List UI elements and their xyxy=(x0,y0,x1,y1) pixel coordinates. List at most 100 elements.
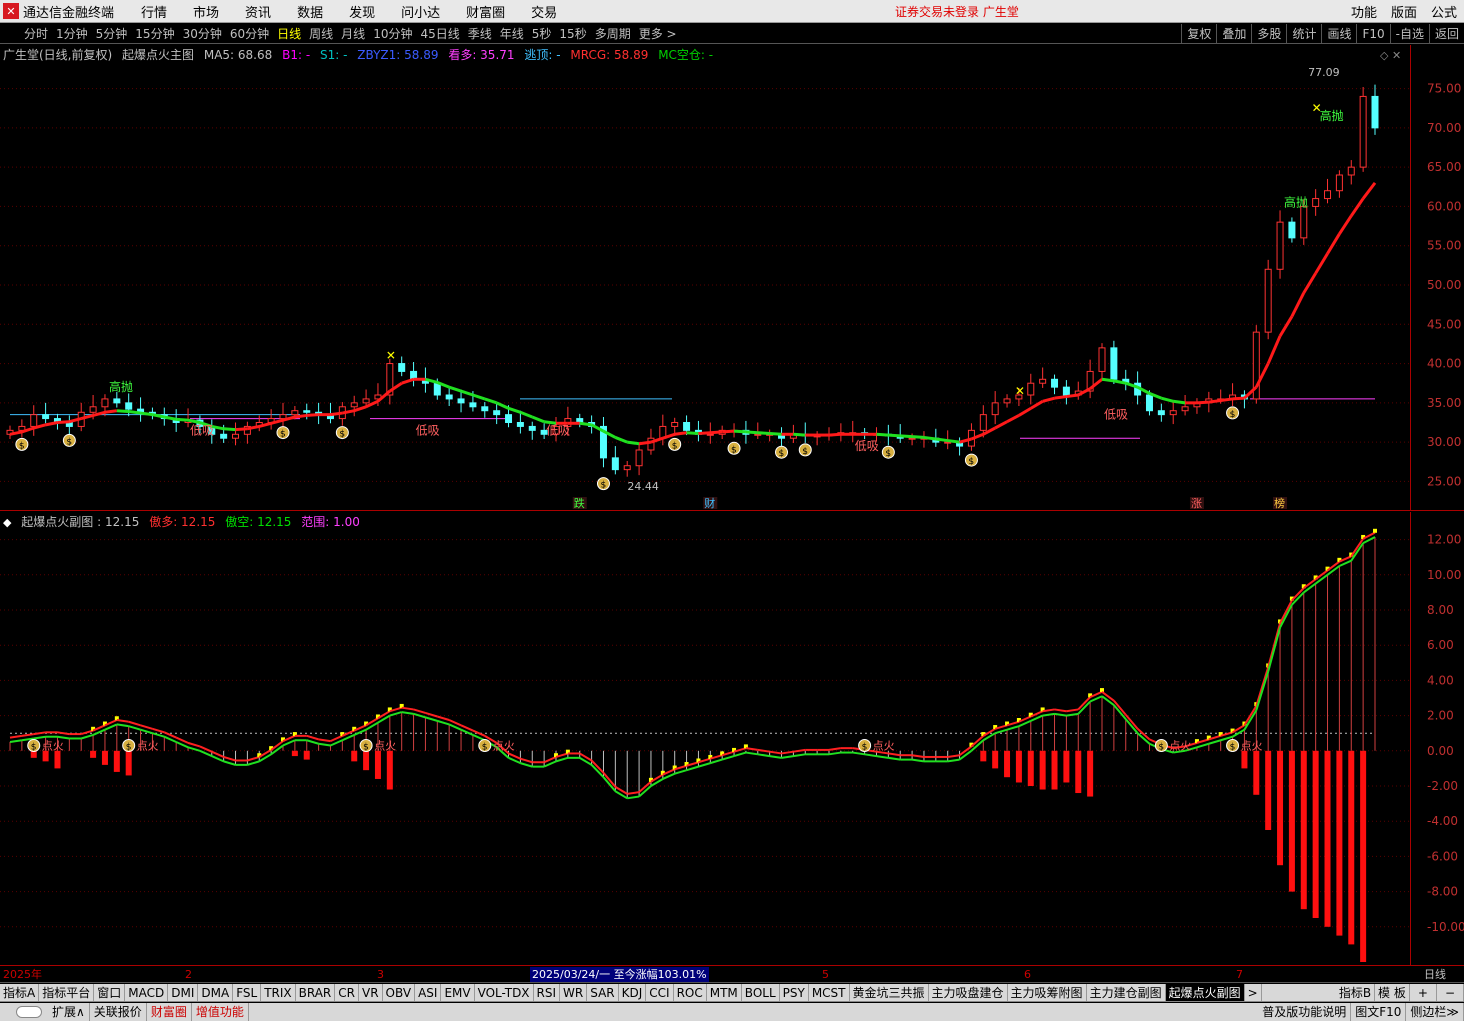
aoduo-line-segment xyxy=(1267,622,1282,668)
period-quarterly[interactable]: 季线 xyxy=(464,25,496,42)
menu-item-caifuquan[interactable]: 财富圈 xyxy=(453,2,518,21)
tab-indicator-1[interactable]: 指标平台 xyxy=(39,984,95,1001)
hist-bar xyxy=(1348,750,1355,945)
tab-indicator-28[interactable]: 主力建仓副图 xyxy=(1087,984,1166,1001)
money-bag-label: $ xyxy=(600,481,606,491)
f10-text-button[interactable]: 图文F10 xyxy=(1351,1003,1407,1021)
period-45day[interactable]: 45日线 xyxy=(416,25,463,42)
aokong-line-segment xyxy=(947,758,960,763)
caifuquan-button[interactable]: 财富圈 xyxy=(147,1003,192,1021)
add-tab-button[interactable]: + xyxy=(1410,984,1437,1001)
sub-axis-label: 6.00 xyxy=(1427,638,1454,652)
aokong-line-segment xyxy=(1196,742,1210,749)
value-added-button[interactable]: 增值功能 xyxy=(192,1003,249,1021)
period-1min[interactable]: 1分钟 xyxy=(52,25,92,42)
fuquan-button[interactable]: 复权 xyxy=(1181,24,1216,43)
aokong-line-segment xyxy=(888,756,901,761)
period-15min[interactable]: 15分钟 xyxy=(131,25,178,42)
zixuan-button[interactable]: -自选 xyxy=(1389,24,1429,43)
ma-line-segment xyxy=(888,433,901,438)
date-year: 2025年 xyxy=(3,968,42,981)
candle-body xyxy=(1288,221,1296,239)
tab-indicator-10[interactable]: VR xyxy=(359,984,383,1001)
menu-item-banmian[interactable]: 版面 xyxy=(1384,2,1424,21)
menu-item-wenxiaoda[interactable]: 问小达 xyxy=(388,2,453,21)
candle-body xyxy=(279,414,287,420)
menu-item-gongneng[interactable]: 功能 xyxy=(1344,2,1384,21)
remove-tab-button[interactable]: − xyxy=(1437,984,1464,1001)
tab-indicator-20[interactable]: ROC xyxy=(674,984,707,1001)
tab-indicator-b[interactable]: 指标B xyxy=(1336,984,1376,1001)
tab-indicator-27[interactable]: 主力吸筹附图 xyxy=(1008,984,1087,1001)
menu-item-shichang[interactable]: 市场 xyxy=(180,2,232,21)
expand-button[interactable]: 扩展∧ xyxy=(48,1003,90,1021)
tongji-button[interactable]: 统计 xyxy=(1286,24,1321,43)
tab-template[interactable]: 模 板 xyxy=(1375,984,1410,1001)
tab-indicator-14[interactable]: VOL-TDX xyxy=(475,984,534,1001)
period-yearly[interactable]: 年线 xyxy=(496,25,528,42)
period-5min[interactable]: 5分钟 xyxy=(92,25,132,42)
tab-indicator-3[interactable]: MACD xyxy=(125,984,169,1001)
tab-indicator-9[interactable]: CR xyxy=(335,984,359,1001)
tab-indicator-17[interactable]: SAR xyxy=(587,984,619,1001)
tab-indicator-21[interactable]: MTM xyxy=(707,984,742,1001)
duogu-button[interactable]: 多股 xyxy=(1251,24,1286,43)
edition-help-button[interactable]: 普及版功能说明 xyxy=(1258,1003,1352,1021)
tab-indicator-13[interactable]: EMV xyxy=(441,984,475,1001)
diejia-button[interactable]: 叠加 xyxy=(1216,24,1251,43)
period-5sec[interactable]: 5秒 xyxy=(528,25,556,42)
period-10min[interactable]: 10分钟 xyxy=(369,25,416,42)
huaxian-button[interactable]: 画线 xyxy=(1321,24,1356,43)
tab-indicator-24[interactable]: MCST xyxy=(809,984,850,1001)
sidebar-button[interactable]: 侧边栏≫ xyxy=(1406,1003,1464,1021)
period-weekly[interactable]: 周线 xyxy=(305,25,337,42)
period-fenshi[interactable]: 分时 xyxy=(20,25,52,42)
menu-item-gongshi[interactable]: 公式 xyxy=(1424,2,1464,21)
main-chart-panel[interactable]: 广生堂(日线,前复权) 起爆点火主图 MA5: 68.68 B1: - S1: … xyxy=(0,45,1464,511)
period-60min[interactable]: 60分钟 xyxy=(226,25,273,42)
back-button[interactable]: 返回 xyxy=(1428,24,1464,43)
ma-line-segment xyxy=(519,410,533,419)
menu-item-zixun[interactable]: 资讯 xyxy=(232,2,284,21)
aokong-line-segment xyxy=(769,755,782,759)
tab-indicator-19[interactable]: CCI xyxy=(646,984,674,1001)
menu-item-faxian[interactable]: 发现 xyxy=(336,2,388,21)
related-quote-button[interactable]: 关联报价 xyxy=(90,1003,147,1021)
oscillator-chart[interactable]: 12.00 10.00 8.00 6.00 4.00 2.00 0.00 -2.00 -4.00… xyxy=(0,512,1464,966)
tab-indicator-6[interactable]: FSL xyxy=(233,984,262,1001)
tab-indicator-4[interactable]: DMI xyxy=(168,984,199,1001)
period-daily[interactable]: 日线 xyxy=(273,25,305,42)
tab-indicator-25[interactable]: 黄金坑三共振 xyxy=(850,984,929,1001)
hist-bar xyxy=(291,750,298,757)
tab-indicator-0[interactable]: 指标A xyxy=(0,984,40,1001)
sub-chart-panel[interactable]: ◆ 起爆点火副图 : 12.15 傲多: 12.15 傲空: 12.15 范围:… xyxy=(0,512,1464,966)
tab-indicator-16[interactable]: WR xyxy=(560,984,588,1001)
tab-indicator-29[interactable]: 起爆点火副图 xyxy=(1165,984,1245,1001)
sub-settings-icon[interactable]: ◆ xyxy=(3,516,11,529)
tab-indicator-23[interactable]: PSY xyxy=(780,984,809,1001)
tab-indicator-22[interactable]: BOLL xyxy=(742,984,780,1001)
tab-indicator-5[interactable]: DMA xyxy=(198,984,234,1001)
period-30min[interactable]: 30分钟 xyxy=(179,25,226,42)
tabs-more-button[interactable]: > xyxy=(1245,984,1262,1001)
period-multi[interactable]: 多周期 xyxy=(591,25,635,42)
aoduo-line-segment xyxy=(828,747,842,751)
panel-toggle[interactable] xyxy=(16,1006,42,1018)
tab-indicator-7[interactable]: TRIX xyxy=(261,984,296,1001)
menu-item-shuju[interactable]: 数据 xyxy=(284,2,336,21)
tab-indicator-18[interactable]: KDJ xyxy=(619,984,647,1001)
ma-line-segment xyxy=(401,377,415,385)
period-more[interactable]: 更多 > xyxy=(635,25,681,42)
period-15sec[interactable]: 15秒 xyxy=(555,25,590,42)
tab-indicator-2[interactable]: 窗口 xyxy=(94,984,126,1001)
f10-button[interactable]: F10 xyxy=(1356,24,1389,43)
tab-indicator-15[interactable]: RSI xyxy=(534,984,561,1001)
period-monthly[interactable]: 月线 xyxy=(337,25,369,42)
tab-indicator-11[interactable]: OBV xyxy=(383,984,416,1001)
tab-indicator-12[interactable]: ASI xyxy=(415,984,442,1001)
menu-item-hangqing[interactable]: 行情 xyxy=(128,2,180,21)
candlestick-chart[interactable]: 75.00 70.00 65.00 60.00 55.00 50.00 45.00 40.00… xyxy=(0,45,1464,511)
tab-indicator-26[interactable]: 主力吸盘建仓 xyxy=(929,984,1008,1001)
tab-indicator-8[interactable]: BRAR xyxy=(296,984,336,1001)
menu-item-jiaoyi[interactable]: 交易 xyxy=(518,2,570,21)
